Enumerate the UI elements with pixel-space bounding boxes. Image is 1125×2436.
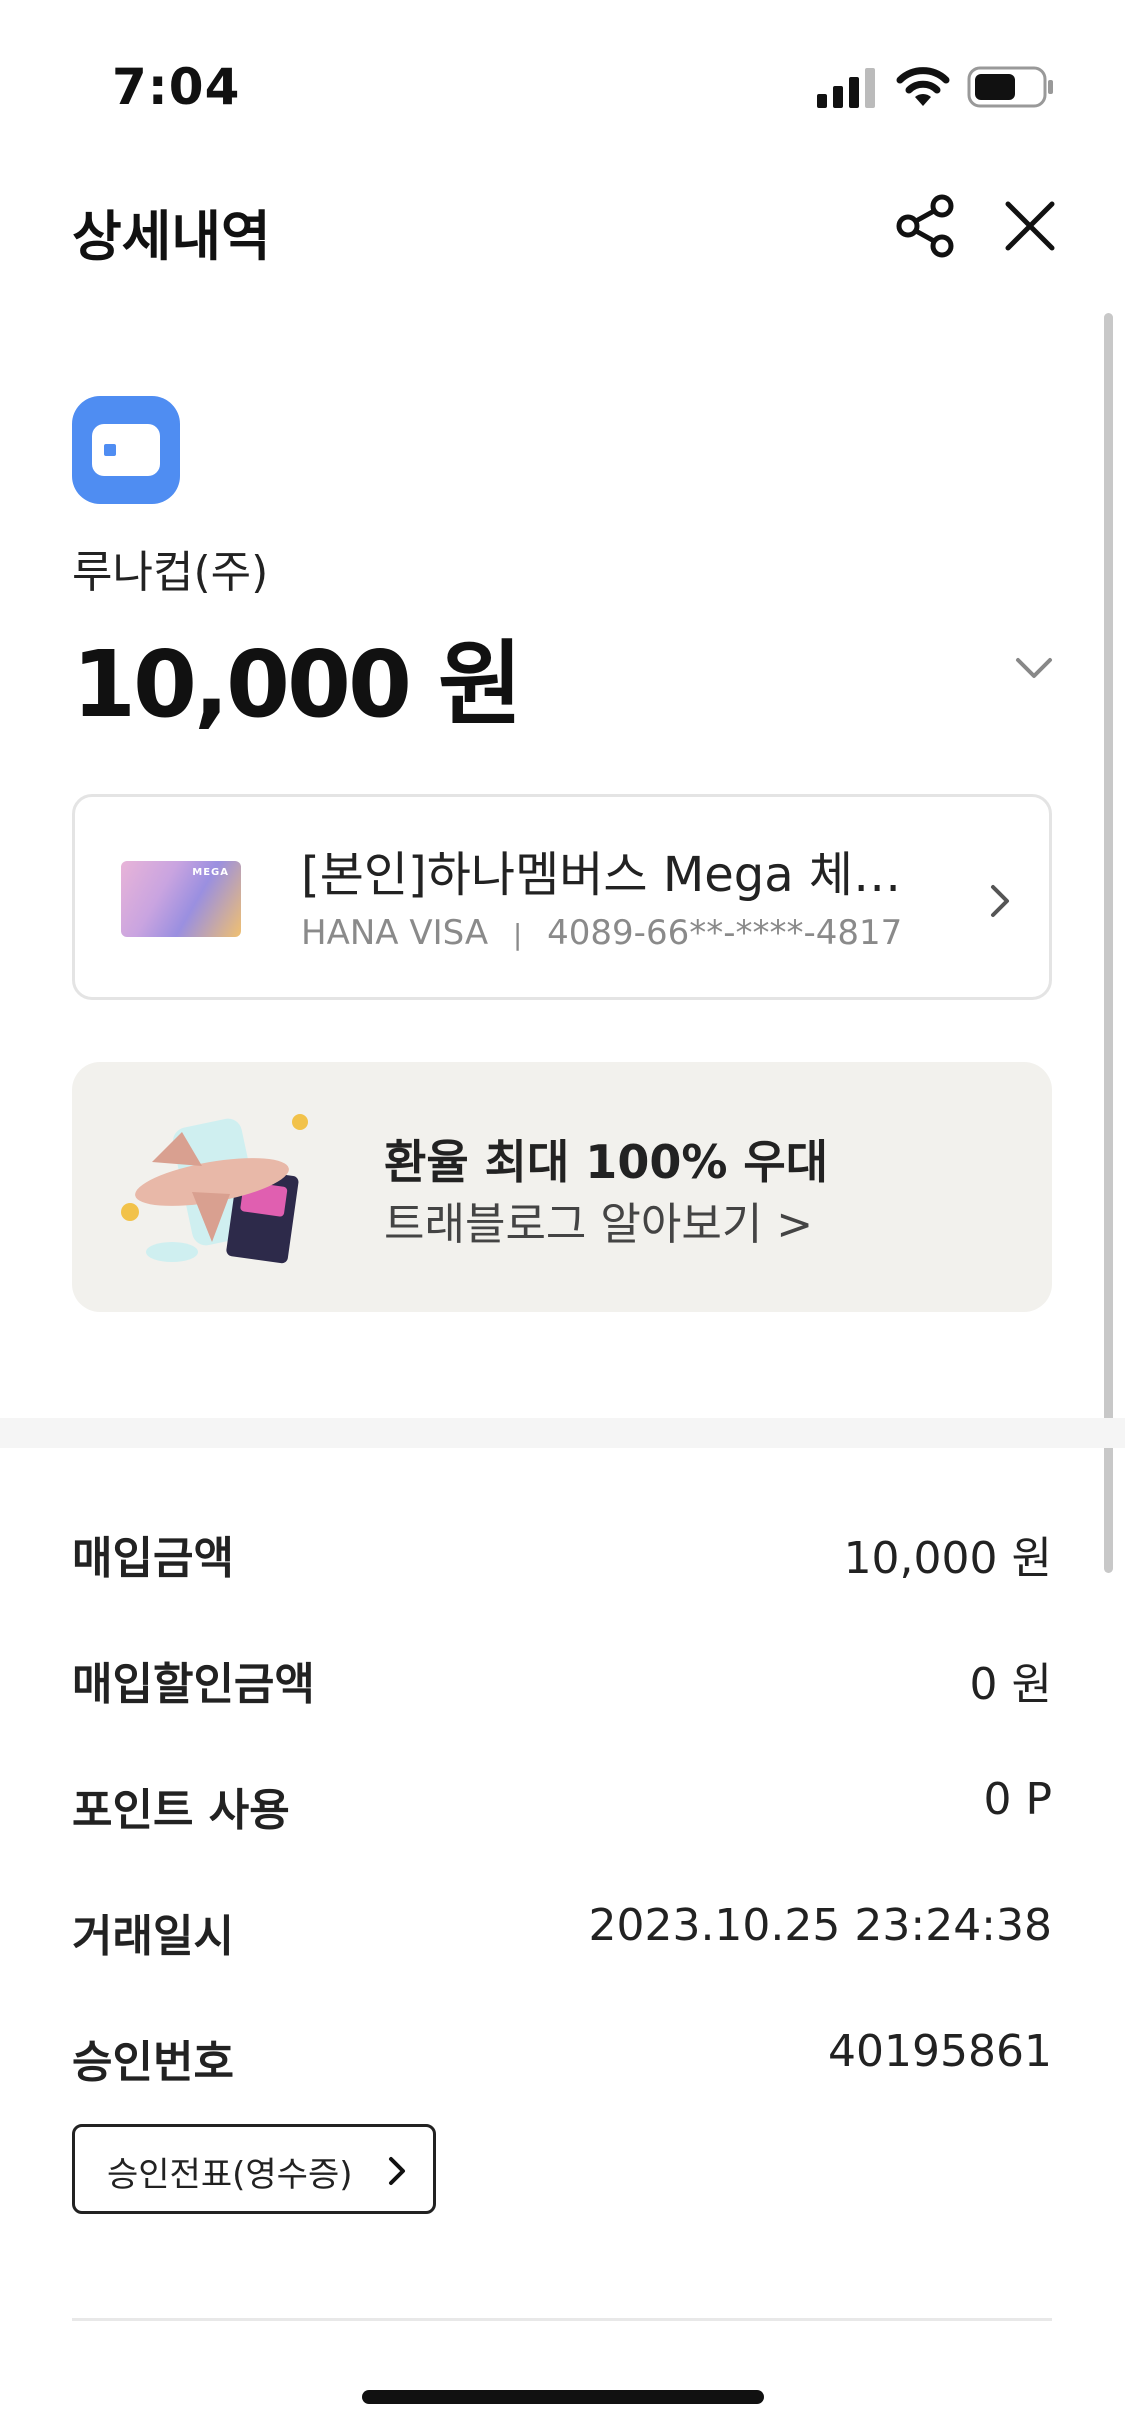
- card-subinfo: HANA VISA | 4089-66**-****-4817: [301, 913, 902, 953]
- airplane-illustration-icon: [121, 1114, 308, 1264]
- share-button[interactable]: [892, 192, 960, 260]
- detail-value: 10,000 원: [843, 1533, 1052, 1584]
- close-icon: [1005, 201, 1055, 251]
- chevron-right-icon: [389, 2157, 405, 2185]
- chevron-right-icon: [991, 885, 1009, 917]
- transaction-amount: 10,000 원: [72, 631, 523, 738]
- card-chevron: [985, 881, 1015, 921]
- detail-label: 매입할인금액: [72, 1659, 315, 1710]
- battery-icon: [967, 66, 1053, 108]
- receipt-button[interactable]: 승인전표(영수증): [72, 2124, 436, 2214]
- wifi-icon: [896, 67, 950, 106]
- card-name: [본인]하나멤버스 Mega 체…: [301, 847, 902, 903]
- detail-label: 승인번호: [72, 2037, 234, 2088]
- card-image: MEGA: [121, 861, 241, 937]
- travel-promo-banner[interactable]: 환율 최대 100% 우대 트래블로그 알아보기 >: [72, 1062, 1052, 1312]
- detail-label: 거래일시: [72, 1911, 234, 1962]
- detail-value: 0 원: [969, 1659, 1052, 1710]
- section-divider: [0, 1418, 1125, 1448]
- merchant-name: 루나컵(주): [72, 547, 269, 598]
- detail-value: 0 P: [983, 1774, 1052, 1825]
- promo-link[interactable]: 트래블로그 알아보기 >: [384, 1188, 813, 1252]
- card-info-box[interactable]: MEGA [본인]하나멤버스 Mega 체… HANA VISA | 4089-…: [72, 794, 1052, 1000]
- card-number: 4089-66**-****-4817: [547, 913, 903, 953]
- detail-value: 40195861: [828, 2026, 1052, 2077]
- scrollbar[interactable]: [1104, 313, 1113, 1573]
- chevron-down-icon: [1016, 658, 1052, 678]
- detail-row-points-used: 포인트 사용 0 P: [72, 1774, 1052, 1836]
- card-separator: |: [512, 918, 523, 951]
- divider: [72, 2318, 1052, 2321]
- detail-value: 2023.10.25 23:24:38: [588, 1900, 1052, 1951]
- promo-title: 환율 최대 100% 우대: [384, 1135, 829, 1189]
- home-indicator[interactable]: [362, 2390, 764, 2404]
- detail-label: 포인트 사용: [72, 1785, 290, 1836]
- receipt-button-label: 승인전표(영수증): [107, 2155, 353, 2195]
- detail-row-purchase-amount: 매입금액 10,000 원: [72, 1522, 1052, 1584]
- share-icon: [896, 194, 954, 258]
- close-button[interactable]: [996, 192, 1064, 260]
- merchant-category-icon: [72, 396, 180, 504]
- detail-row-discount-amount: 매입할인금액 0 원: [72, 1648, 1052, 1710]
- page-title: 상세내역: [72, 205, 271, 268]
- transaction-detail-screen: 7:04 상세내역 루나컵(주) 10,000 원 MEGA [본인]하나멤버스…: [0, 0, 1125, 2436]
- card-image-text: MEGA: [192, 867, 229, 878]
- detail-label: 매입금액: [72, 1533, 234, 1584]
- detail-row-approval-number: 승인번호 40195861: [72, 2026, 1052, 2088]
- status-time: 7:04: [112, 58, 241, 116]
- expand-details-button[interactable]: [1010, 648, 1058, 688]
- cellular-signal-icon: [817, 68, 875, 108]
- detail-row-transaction-datetime: 거래일시 2023.10.25 23:24:38: [72, 1900, 1052, 1962]
- card-brand: HANA VISA: [301, 913, 489, 953]
